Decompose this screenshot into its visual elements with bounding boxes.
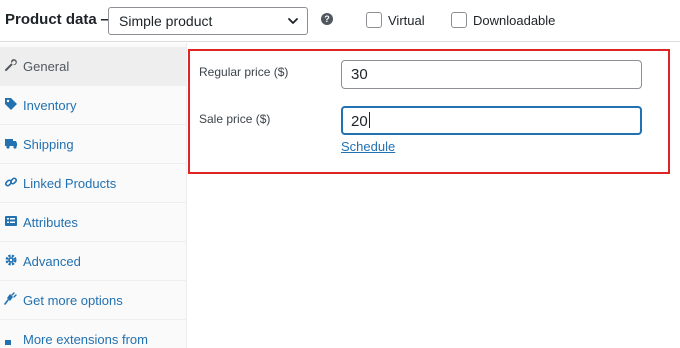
- tab-advanced[interactable]: Advanced: [0, 242, 186, 281]
- tab-get-more-options[interactable]: Get more options: [0, 281, 186, 320]
- list-icon: [5, 216, 17, 226]
- tab-attributes-label: Attributes: [23, 215, 78, 230]
- virtual-label: Virtual: [388, 13, 425, 28]
- product-data-header: Product data — Simple product ? Virtual …: [0, 0, 680, 42]
- sale-price-field: 20: [351, 112, 370, 130]
- tab-more-extensions[interactable]: More extensions from: [0, 320, 186, 348]
- virtual-checkbox[interactable]: [366, 12, 382, 28]
- question-circle-icon[interactable]: ?: [321, 13, 333, 25]
- plug-icon: [4, 292, 17, 305]
- tab-linked-products-label: Linked Products: [23, 176, 117, 191]
- tab-more-extensions-label: More extensions from: [23, 332, 148, 347]
- sale-price-label: Sale price ($): [199, 112, 271, 126]
- tab-attributes[interactable]: Attributes: [0, 203, 186, 242]
- tab-get-more-options-label: Get more options: [23, 293, 123, 308]
- regular-price-value: 30: [351, 66, 368, 83]
- sale-price-value: 20: [351, 113, 368, 130]
- sale-price-input[interactable]: 20: [341, 106, 642, 135]
- tab-general-label: General: [23, 59, 70, 74]
- chevron-down-icon: [288, 18, 298, 24]
- regular-price-label: Regular price ($): [199, 65, 289, 79]
- downloadable-label: Downloadable: [473, 13, 556, 28]
- product-type-value: Simple product: [119, 13, 213, 29]
- tab-linked-products[interactable]: Linked Products: [0, 164, 186, 203]
- downloadable-checkbox[interactable]: [451, 12, 467, 28]
- tab-general[interactable]: General: [0, 47, 186, 86]
- product-type-select[interactable]: Simple product: [108, 7, 308, 35]
- truck-icon: [5, 139, 17, 149]
- extensions-icon: [5, 340, 11, 345]
- link-icon: [4, 177, 18, 187]
- tab-advanced-label: Advanced: [23, 254, 81, 269]
- tab-shipping[interactable]: Shipping: [0, 125, 186, 164]
- product-data-tabs: General Inventory Shipping Linked Produc…: [0, 43, 187, 348]
- gear-icon: [5, 254, 17, 266]
- regular-price-input[interactable]: 30: [341, 60, 642, 89]
- tab-shipping-label: Shipping: [23, 137, 74, 152]
- product-data-title: Product data —: [5, 11, 116, 28]
- tab-inventory-label: Inventory: [23, 98, 77, 113]
- text-cursor: [368, 112, 370, 128]
- wrench-icon: [5, 59, 17, 71]
- schedule-link[interactable]: Schedule: [341, 139, 395, 154]
- tag-icon: [5, 98, 17, 110]
- tab-inventory[interactable]: Inventory: [0, 86, 186, 125]
